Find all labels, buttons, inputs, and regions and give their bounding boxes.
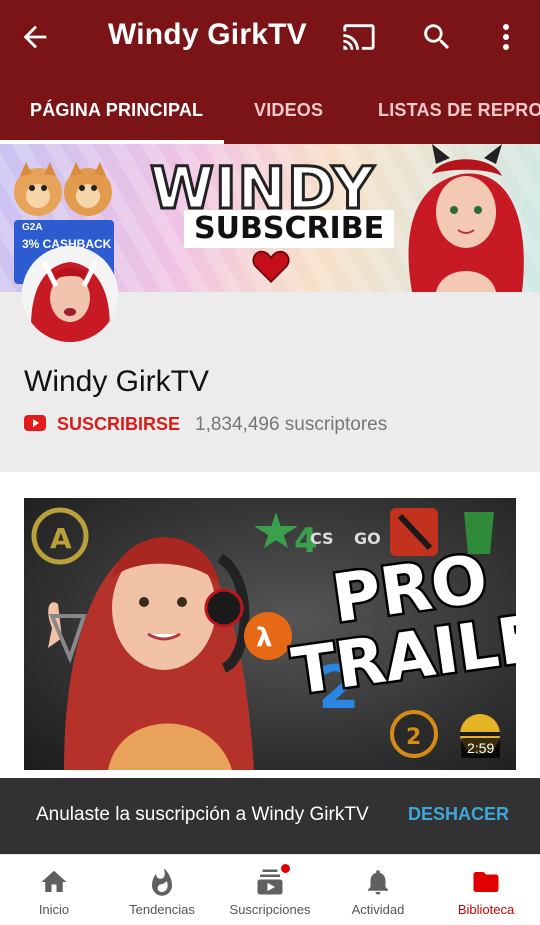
banner-subscribe-text: SUBSCRIBE xyxy=(184,210,395,248)
bell-icon xyxy=(368,870,388,895)
video-thumbnail-image: A 4 CS GO λ 2 2 PRO TRAILER xyxy=(24,498,516,770)
youtube-play-icon[interactable] xyxy=(24,414,46,432)
pomeranian-dogs-illustration xyxy=(14,162,112,216)
cast-icon[interactable] xyxy=(340,20,378,54)
cartoon-girl-illustration xyxy=(408,144,524,292)
notification-badge xyxy=(280,863,291,874)
flame-icon xyxy=(152,868,172,896)
video-duration: 2:59 xyxy=(461,738,501,758)
tab-listas-de-reproduccion[interactable]: LISTAS DE REPROD xyxy=(378,100,540,121)
channel-tabs: PÁGINA PRINCIPAL VIDEOS LISTAS DE REPROD xyxy=(0,76,540,144)
svg-text:A: A xyxy=(50,522,72,555)
more-vert-icon[interactable] xyxy=(494,20,518,54)
avatar-image xyxy=(22,246,118,342)
bottom-navigation: Inicio Tendencias Suscripciones Activida… xyxy=(0,854,540,925)
channel-name: Windy GirkTV xyxy=(24,365,210,398)
svg-text:CS: CS xyxy=(310,529,334,548)
nav-item-suscripciones[interactable]: Suscripciones xyxy=(216,855,324,925)
nav-item-actividad[interactable]: Actividad xyxy=(324,855,432,925)
channel-title: Windy GirkTV xyxy=(108,18,307,51)
subscribe-button[interactable]: SUSCRIBIRSE xyxy=(57,414,180,435)
featured-video-thumbnail[interactable]: A 4 CS GO λ 2 2 PRO TRAILER xyxy=(24,498,516,770)
svg-text:GO: GO xyxy=(354,529,381,548)
nav-item-tendencias[interactable]: Tendencias xyxy=(108,855,216,925)
folder-icon xyxy=(473,872,499,892)
subscriber-count: 1,834,496 suscriptores xyxy=(195,414,388,435)
heart-icon xyxy=(252,250,290,283)
nav-item-inicio[interactable]: Inicio xyxy=(0,855,108,925)
nav-label-suscripciones: Suscripciones xyxy=(229,902,311,917)
undo-button[interactable]: DESHACER xyxy=(408,804,509,825)
nav-label-biblioteca: Biblioteca xyxy=(457,902,515,917)
back-arrow-icon[interactable] xyxy=(18,20,52,54)
nav-label-actividad: Actividad xyxy=(351,902,405,917)
snackbar: Anulaste la suscripción a Windy GirkTV D… xyxy=(0,778,540,854)
search-icon[interactable] xyxy=(420,20,454,54)
home-icon xyxy=(41,870,67,892)
tab-videos[interactable]: VIDEOS xyxy=(254,100,323,121)
channel-avatar[interactable] xyxy=(22,246,118,342)
nav-label-inicio: Inicio xyxy=(38,902,70,917)
snackbar-message: Anulaste la suscripción a Windy GirkTV xyxy=(36,804,369,825)
svg-text:λ: λ xyxy=(256,623,272,653)
tab-pagina-principal[interactable]: PÁGINA PRINCIPAL xyxy=(30,100,203,121)
nav-label-tendencias: Tendencias xyxy=(129,902,195,917)
top-app-bar: Windy GirkTV xyxy=(0,0,540,76)
svg-text:2: 2 xyxy=(406,725,421,750)
nav-item-biblioteca[interactable]: Biblioteca xyxy=(432,855,540,925)
